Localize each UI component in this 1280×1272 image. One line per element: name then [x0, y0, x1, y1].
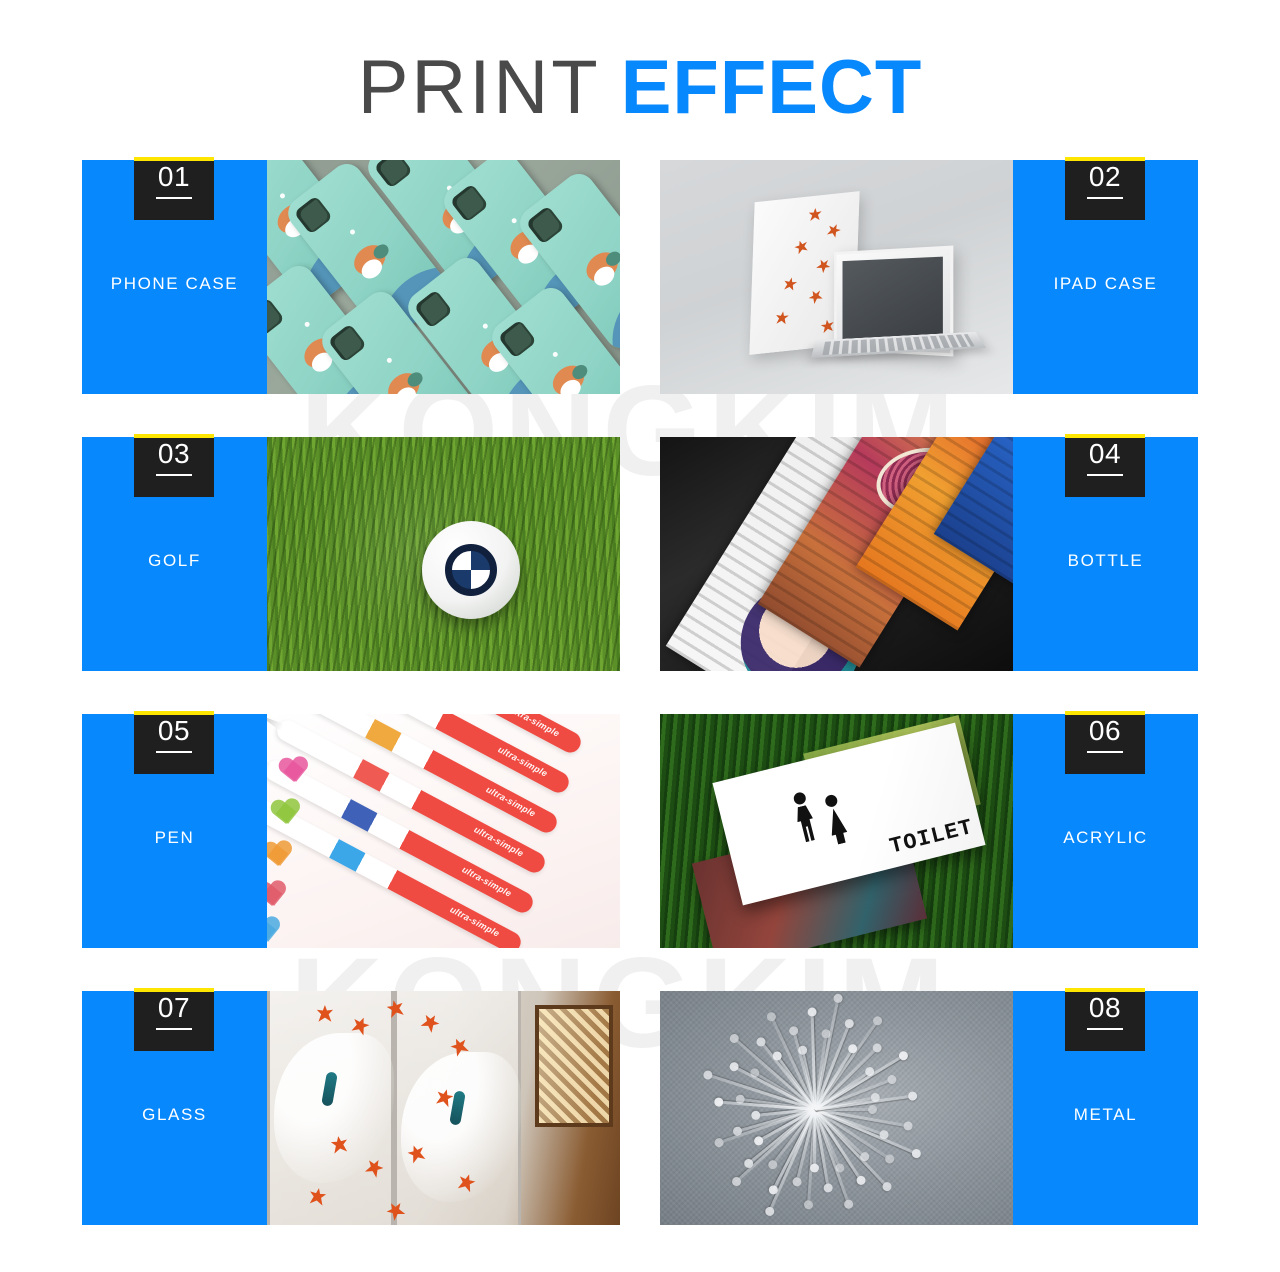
effect-card[interactable]: 05 PEN ultra-simple ultra-simple ultra-s…: [82, 711, 620, 948]
card-photo: [267, 437, 620, 671]
badge-underline: [1087, 751, 1123, 754]
card-photo: [660, 991, 1013, 1225]
page-title-light: PRINT: [357, 45, 601, 130]
card-number: 01: [157, 161, 191, 192]
card-photo: ultra-simple ultra-simple ultra-simple u…: [267, 714, 620, 948]
effect-card[interactable]: 08 METAL: [660, 988, 1198, 1225]
pen-brand-text: ultra-simple: [448, 904, 502, 939]
badge-underline: [1087, 1028, 1123, 1031]
female-pictogram: [821, 793, 851, 846]
golf-ball-artwork: [267, 437, 620, 671]
page-title-bold: EFFECT: [620, 45, 923, 130]
effect-card[interactable]: 01 PHONE CASE: [82, 157, 620, 394]
badge-underline: [1087, 474, 1123, 477]
card-number: 02: [1088, 161, 1122, 192]
card-label: IPAD CASE: [1053, 274, 1158, 293]
card-number: 05: [157, 715, 191, 746]
card-number-badge: 01: [134, 157, 214, 220]
card-panel: 08 METAL: [1013, 988, 1198, 1225]
card-number: 08: [1088, 992, 1122, 1023]
card-number: 07: [157, 992, 191, 1023]
card-number: 04: [1088, 438, 1122, 469]
pen-brand-text: ultra-simple: [496, 744, 550, 779]
effect-card[interactable]: 03 GOLF: [82, 434, 620, 671]
male-pictogram: [789, 791, 819, 844]
golf-ball: [422, 521, 521, 620]
badge-underline: [1087, 197, 1123, 200]
pen-brand-text: ultra-simple: [484, 784, 538, 819]
frosted-glass-artwork: [267, 991, 620, 1225]
effect-card[interactable]: 02 IPAD CASE: [660, 157, 1198, 394]
badge-underline: [156, 1028, 192, 1031]
card-number-badge: 03: [134, 434, 214, 497]
card-photo: TOILET: [660, 714, 1013, 948]
card-number: 03: [157, 438, 191, 469]
effect-card[interactable]: 06 ACRYLIC TOILET: [660, 711, 1198, 948]
card-label: ACRYLIC: [1063, 828, 1148, 847]
pen-brand-text: ultra-simple: [508, 714, 562, 739]
metal-emboss-artwork: [660, 991, 1013, 1225]
acrylic-panel-white: TOILET: [712, 723, 986, 906]
badge-underline: [156, 197, 192, 200]
card-panel: 07 GLASS: [82, 988, 267, 1225]
card-photo: [267, 160, 620, 394]
card-panel: 05 PEN: [82, 711, 267, 948]
card-panel: 04 BOTTLE: [1013, 434, 1198, 671]
card-panel: 01 PHONE CASE: [82, 157, 267, 394]
ipad-case-artwork: [660, 160, 1013, 394]
phone-cases-artwork: [267, 160, 620, 394]
card-label: PHONE CASE: [110, 274, 239, 293]
card-number-badge: 08: [1065, 988, 1145, 1051]
card-panel: 03 GOLF: [82, 434, 267, 671]
badge-underline: [156, 474, 192, 477]
card-label: GOLF: [148, 551, 201, 570]
interior-window: [535, 1005, 613, 1127]
card-number-badge: 02: [1065, 157, 1145, 220]
pen-brand-text: ultra-simple: [472, 824, 526, 859]
card-panel: 06 ACRYLIC: [1013, 711, 1198, 948]
acrylic-sign-artwork: TOILET: [660, 714, 1013, 948]
card-photo: [267, 991, 620, 1225]
toilet-sign-text: TOILET: [886, 815, 976, 861]
effect-card[interactable]: 07 GLASS: [82, 988, 620, 1225]
card-label: PEN: [154, 828, 195, 847]
card-number-badge: 07: [134, 988, 214, 1051]
card-label: BOTTLE: [1067, 551, 1144, 570]
pen-brand-text: ultra-simple: [460, 864, 514, 899]
card-number-badge: 06: [1065, 711, 1145, 774]
card-number: 06: [1088, 715, 1122, 746]
card-number-badge: 05: [134, 711, 214, 774]
effect-card[interactable]: 04 BOTTLE: [660, 434, 1198, 671]
badge-underline: [156, 751, 192, 754]
card-panel: 02 IPAD CASE: [1013, 157, 1198, 394]
page-title: PRINT EFFECT: [0, 0, 1280, 160]
effect-card-grid: 01 PHONE CASE 02 IPAD CASE 03 GOLF 04 BO…: [82, 157, 1198, 1225]
marker-pens-artwork: ultra-simple ultra-simple ultra-simple u…: [267, 714, 620, 948]
card-label: GLASS: [142, 1105, 207, 1124]
card-label: METAL: [1073, 1105, 1138, 1124]
card-number-badge: 04: [1065, 434, 1145, 497]
printed-logo: [445, 544, 498, 597]
card-photo: [660, 160, 1013, 394]
card-photo: [660, 437, 1013, 671]
bottle-labels-artwork: [660, 437, 1013, 671]
